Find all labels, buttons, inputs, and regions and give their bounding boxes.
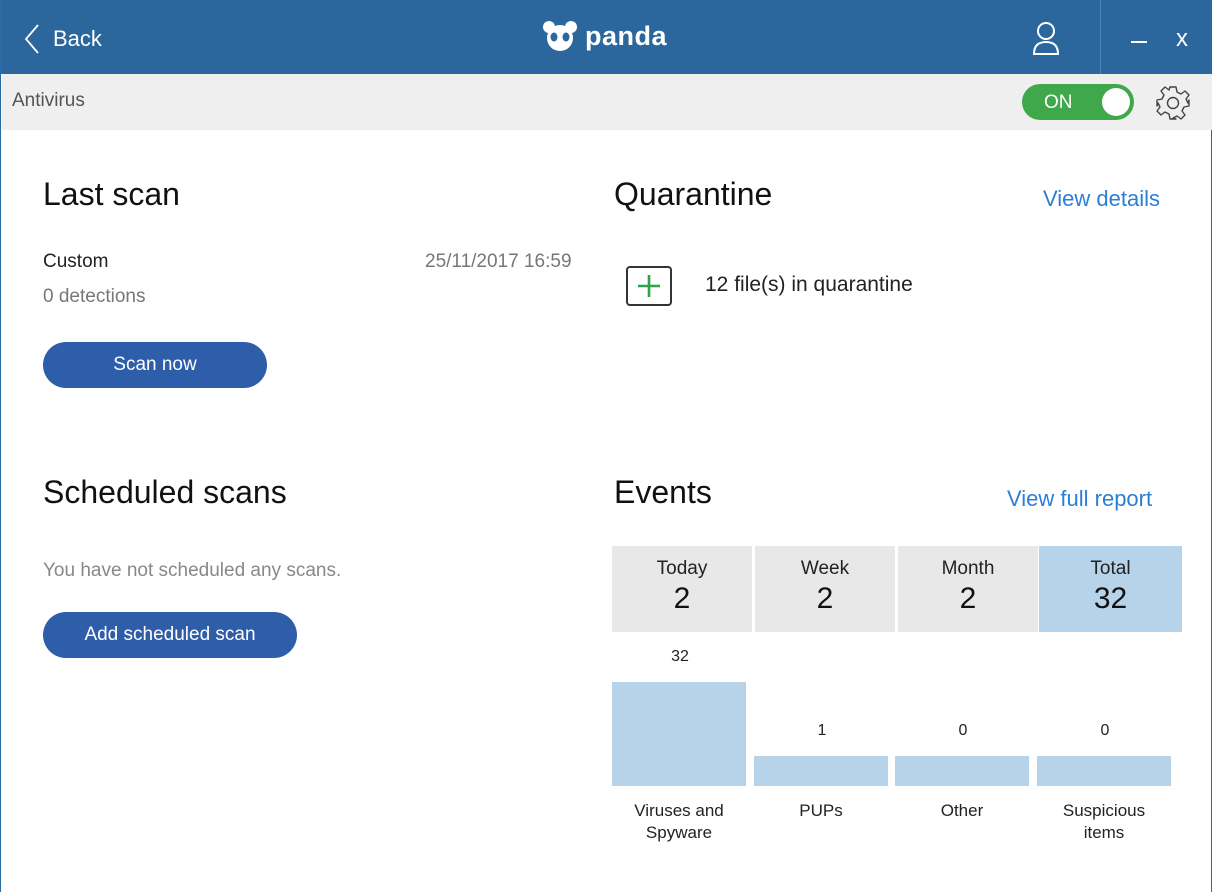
tab-label: Today: [656, 558, 708, 579]
section-header: Antivirus ON: [2, 74, 1212, 130]
tab-month[interactable]: Month 2: [898, 546, 1038, 632]
title-bar: Back panda x: [1, 0, 1212, 74]
bar-category-label: Viruses and Spyware: [612, 800, 746, 844]
events-period-tabs: Today 2 Week 2 Month 2 Total 32: [612, 546, 1182, 632]
bar-category-line: Spyware: [645, 823, 713, 842]
bar-pups: [754, 756, 888, 786]
quarantine-files: 12 file(s) in quarantine: [705, 273, 913, 296]
chevron-left-icon: [24, 24, 39, 54]
tab-value: 32: [1093, 582, 1128, 615]
tab-label: Week: [800, 558, 850, 579]
tab-week[interactable]: Week 2: [755, 546, 895, 632]
tab-value: 2: [959, 582, 977, 615]
user-account-button[interactable]: [1031, 20, 1061, 56]
bar-suspicious-items: [1037, 756, 1171, 786]
bar-value-label: 0: [958, 722, 968, 739]
app-window: Back panda x Antivirus ON Last scan Cust…: [0, 0, 1212, 892]
last-scan-type: Custom: [43, 251, 109, 272]
minimize-button[interactable]: [1129, 27, 1151, 51]
bar-value-label: 32: [671, 648, 689, 665]
tab-label: Total: [1090, 558, 1131, 579]
back-button[interactable]: Back: [23, 19, 102, 59]
toggle-knob: [1102, 88, 1130, 116]
panda-logo-icon: [543, 21, 577, 51]
scheduled-empty-text: You have not scheduled any scans.: [43, 560, 342, 581]
quarantine-title: Quarantine: [614, 176, 773, 212]
close-button[interactable]: x: [1171, 24, 1193, 54]
section-title: Antivirus: [12, 90, 85, 111]
toggle-label: ON: [1044, 92, 1073, 113]
gear-icon: [1156, 86, 1190, 120]
tab-value: 2: [673, 582, 691, 615]
bar-category-label: PUPs: [754, 800, 888, 822]
events-title: Events: [614, 474, 712, 510]
plus-icon: [638, 275, 660, 297]
view-details-link[interactable]: View details: [1043, 186, 1160, 212]
bar-category-line: Suspicious: [1062, 801, 1146, 820]
user-icon: [1032, 22, 1060, 55]
bar-category-label: Suspicious items: [1037, 800, 1171, 844]
brand-logo: panda: [541, 19, 667, 53]
settings-button[interactable]: [1154, 84, 1192, 122]
tab-value: 2: [816, 582, 834, 615]
titlebar-divider: [1100, 0, 1101, 74]
bar-value-label: 0: [1100, 722, 1110, 739]
brand-name: panda: [585, 20, 668, 51]
bar-category-line: PUPs: [799, 801, 843, 820]
bar-category-line: items: [1083, 823, 1125, 842]
bar-category-line: Viruses and: [634, 801, 724, 820]
view-full-report-link[interactable]: View full report: [1007, 486, 1152, 512]
tab-today[interactable]: Today 2: [612, 546, 752, 632]
bar-value-label: 1: [817, 722, 827, 739]
scheduled-scans-title: Scheduled scans: [43, 474, 287, 510]
bar-other: [895, 756, 1029, 786]
scan-now-button[interactable]: Scan now: [43, 342, 267, 388]
antivirus-toggle[interactable]: ON: [1022, 84, 1134, 120]
bar-viruses-spyware: [612, 682, 746, 786]
last-scan-title: Last scan: [43, 176, 180, 212]
tab-label: Month: [941, 558, 995, 579]
quarantine-icon-box: [626, 266, 672, 306]
bar-category-line: Other: [940, 801, 984, 820]
back-label: Back: [53, 26, 102, 51]
last-scan-datetime: 25/11/2017 16:59: [425, 251, 572, 272]
tab-total[interactable]: Total 32: [1039, 546, 1182, 632]
last-scan-detections: 0 detections: [43, 286, 146, 307]
add-scheduled-scan-button[interactable]: Add scheduled scan: [43, 612, 297, 658]
bar-category-label: Other: [895, 800, 1029, 822]
